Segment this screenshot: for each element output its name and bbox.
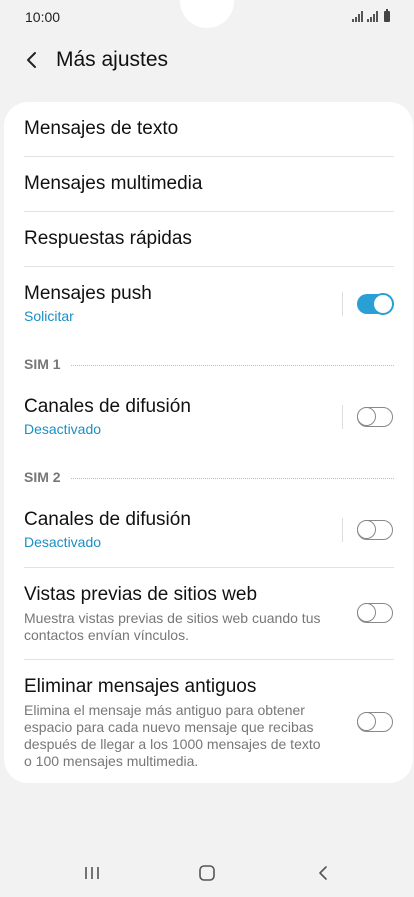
setting-sim2-broadcast[interactable]: Canales de difusión Desactivado — [24, 509, 394, 550]
dotted-line — [70, 364, 394, 366]
back-nav-button[interactable] — [308, 858, 338, 888]
setting-title: Eliminar mensajes antiguos — [24, 676, 257, 697]
recents-icon — [85, 867, 99, 879]
sim1-section-header: SIM 1 — [24, 356, 394, 372]
sim1-switch-wrap — [342, 405, 393, 429]
navigation-bar — [0, 850, 414, 897]
battery-icon — [384, 9, 390, 22]
setting-description: Elimina el mensaje más antiguo para obte… — [24, 702, 321, 769]
sim2-switch-wrap — [342, 518, 393, 542]
web-preview-switch-wrap — [357, 603, 393, 623]
home-icon — [199, 865, 215, 881]
back-arrow-icon[interactable] — [20, 48, 44, 72]
setting-push-messages[interactable]: Mensajes push Solicitar — [24, 283, 394, 324]
divider — [24, 567, 394, 568]
setting-multimedia-messages[interactable]: Mensajes multimedia — [24, 173, 394, 195]
home-button[interactable] — [192, 858, 222, 888]
vertical-separator — [342, 518, 343, 542]
sim2-broadcast-toggle[interactable] — [357, 520, 393, 540]
vertical-separator — [342, 292, 343, 316]
sim1-broadcast-toggle[interactable] — [357, 407, 393, 427]
recents-button[interactable] — [77, 858, 107, 888]
dotted-line — [70, 477, 394, 479]
setting-text-messages[interactable]: Mensajes de texto — [24, 118, 394, 140]
toggle-knob — [357, 407, 376, 426]
setting-title: Mensajes multimedia — [24, 173, 203, 194]
status-bar: 10:00 — [0, 0, 414, 34]
camera-notch — [180, 0, 234, 28]
delete-old-messages-toggle[interactable] — [357, 712, 393, 732]
status-icons — [352, 9, 390, 22]
push-switch-wrap — [342, 292, 394, 316]
vertical-separator — [342, 405, 343, 429]
back-nav-icon — [319, 866, 327, 880]
divider — [24, 156, 394, 157]
setting-delete-old-messages[interactable]: Eliminar mensajes antiguos Elimina el me… — [24, 676, 394, 770]
delete-old-switch-wrap — [357, 712, 393, 732]
setting-title: Canales de difusión — [24, 396, 191, 417]
divider — [24, 266, 394, 267]
divider — [24, 211, 394, 212]
toggle-knob — [357, 712, 376, 731]
setting-title: Mensajes de texto — [24, 118, 179, 139]
page-title: Más ajustes — [56, 48, 169, 71]
toggle-knob — [357, 603, 376, 622]
setting-title: Mensajes push — [24, 283, 152, 304]
setting-description: Muestra vistas previas de sitios web cua… — [24, 610, 321, 643]
toggle-knob — [372, 293, 394, 315]
setting-web-previews[interactable]: Vistas previas de sitios web Muestra vis… — [24, 584, 394, 644]
signal-sim1-icon — [352, 11, 363, 22]
toggle-knob — [357, 520, 376, 539]
setting-title: Vistas previas de sitios web — [24, 584, 258, 605]
web-previews-toggle[interactable] — [357, 603, 393, 623]
signal-sim2-icon — [367, 11, 378, 22]
setting-title: Canales de difusión — [24, 509, 191, 530]
setting-subtitle: Desactivado — [24, 534, 102, 550]
app-header: Más ajustes — [0, 40, 414, 84]
sim2-label: SIM 2 — [24, 469, 61, 485]
setting-subtitle: Solicitar — [24, 308, 74, 324]
setting-quick-responses[interactable]: Respuestas rápidas — [24, 228, 394, 250]
setting-sim1-broadcast[interactable]: Canales de difusión Desactivado — [24, 396, 394, 437]
settings-card: Mensajes de texto Mensajes multimedia Re… — [4, 102, 413, 783]
sim2-section-header: SIM 2 — [24, 469, 394, 485]
divider — [24, 659, 394, 660]
sim1-label: SIM 1 — [24, 356, 61, 372]
setting-subtitle: Desactivado — [24, 421, 102, 437]
push-messages-toggle[interactable] — [357, 293, 394, 315]
setting-title: Respuestas rápidas — [24, 228, 192, 249]
status-time: 10:00 — [25, 9, 61, 25]
